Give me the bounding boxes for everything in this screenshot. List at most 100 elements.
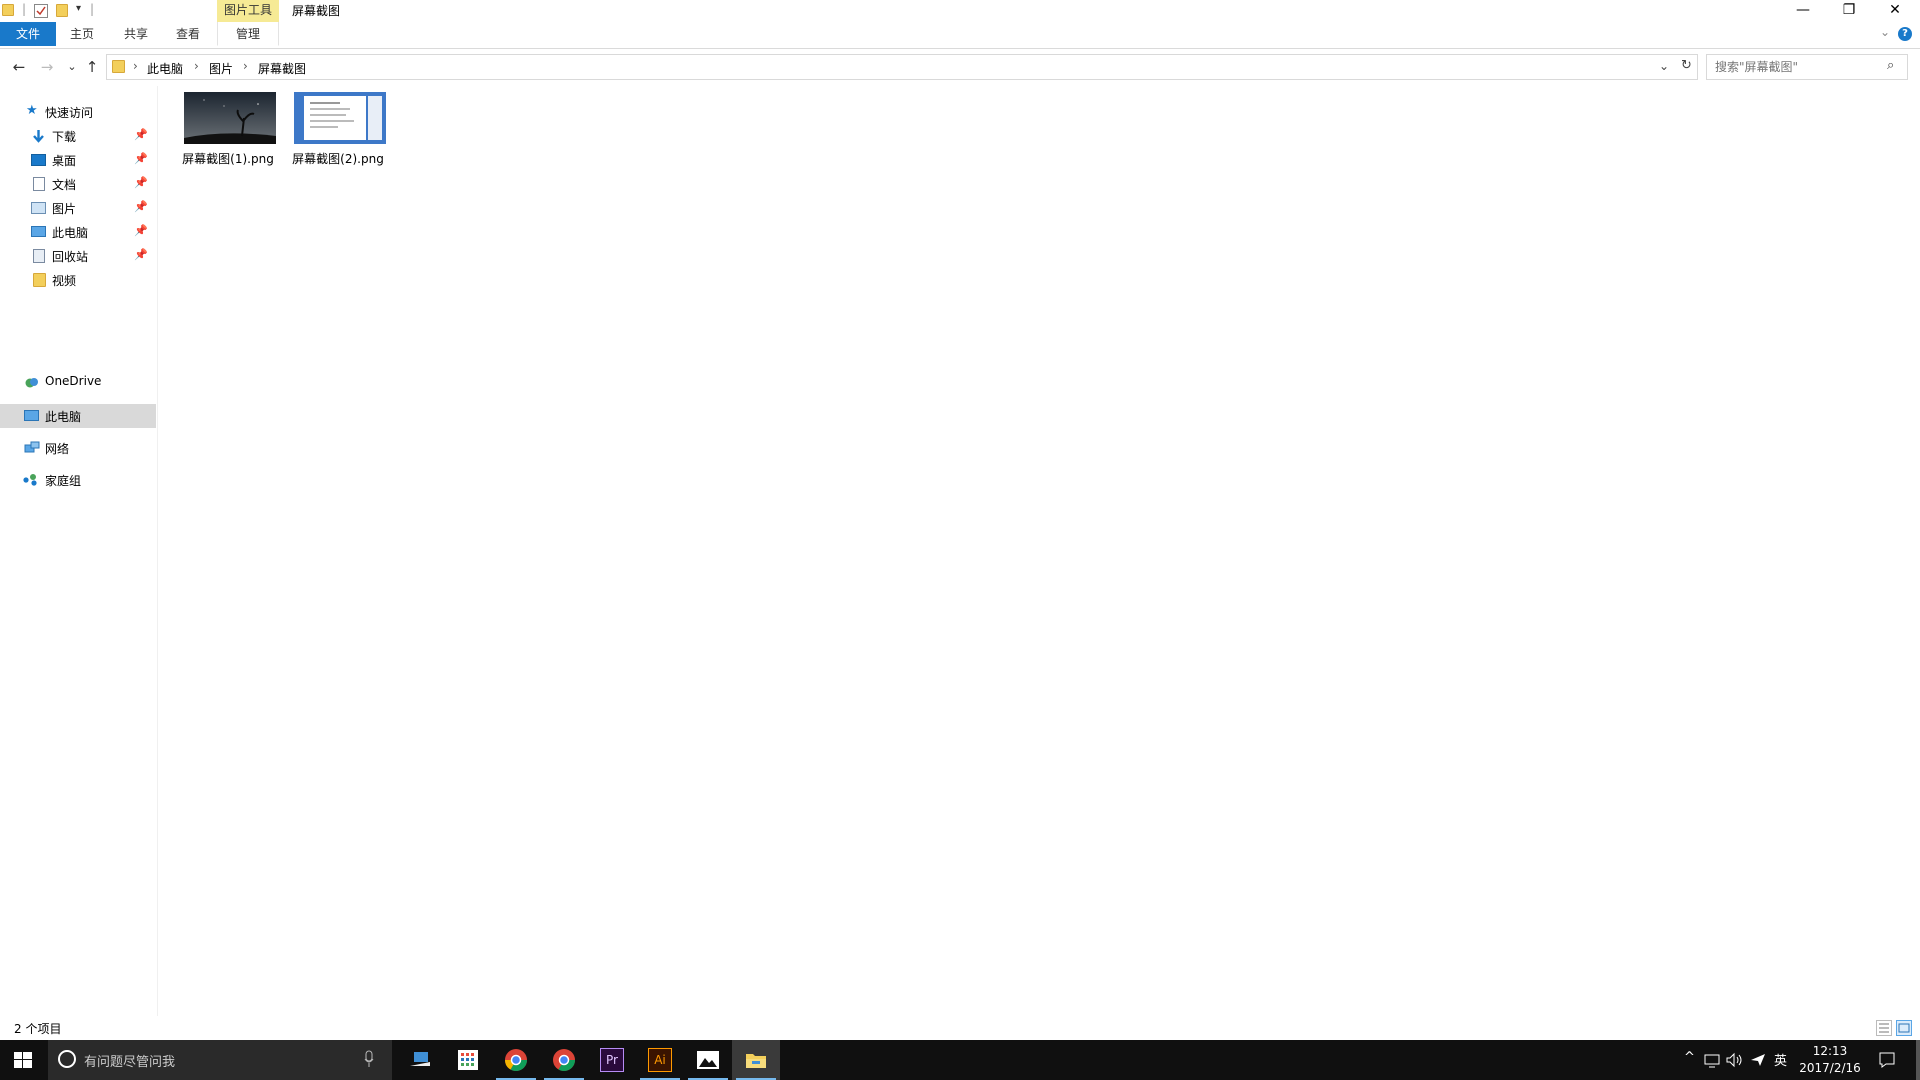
- sidebar-item-recycle-bin[interactable]: 回收站 📌: [0, 244, 156, 268]
- taskbar-app-chrome-alt[interactable]: [540, 1040, 588, 1080]
- file-explorer-alt-icon: [408, 1048, 432, 1072]
- file-item[interactable]: 屏幕截图(2).png: [284, 92, 388, 172]
- pin-icon[interactable]: 📌: [134, 128, 148, 141]
- computer-icon: [31, 226, 46, 237]
- status-bar: 2 个项目: [0, 1016, 1920, 1040]
- navigation-pane: ★ 快速访问 下载 📌 桌面 📌 文档 📌 图片 📌 此电脑 📌 回收站 📌 视…: [0, 86, 158, 1016]
- item-count: 2 个项目: [14, 1022, 62, 1036]
- search-icon[interactable]: ⌕: [1887, 58, 1894, 73]
- properties-icon[interactable]: [34, 4, 48, 18]
- documents-icon: [33, 177, 45, 191]
- clock-date: 2017/2/16: [1799, 1061, 1861, 1075]
- pin-icon[interactable]: 📌: [134, 176, 148, 189]
- sidebar-item-network[interactable]: 网络: [0, 436, 156, 460]
- breadcrumb-separator[interactable]: ›: [133, 59, 138, 73]
- restore-button[interactable]: ❐: [1826, 0, 1872, 22]
- action-center-icon[interactable]: [1878, 1051, 1896, 1073]
- sidebar-item-this-pc[interactable]: 此电脑 📌: [0, 220, 156, 244]
- sidebar-item-homegroup[interactable]: 家庭组: [0, 468, 156, 492]
- search-input[interactable]: [1715, 59, 1885, 75]
- sidebar-item-label: 此电脑: [52, 226, 89, 240]
- address-bar[interactable]: › 此电脑 › 图片 › 屏幕截图 ⌄ ↻: [106, 54, 1698, 80]
- sidebar-item-videos[interactable]: 视频: [0, 268, 156, 292]
- tab-share[interactable]: 共享: [116, 22, 156, 46]
- homegroup-icon: [22, 473, 37, 487]
- address-dropdown-icon[interactable]: ⌄: [1659, 59, 1669, 73]
- chrome-alt-icon: [552, 1048, 576, 1072]
- tab-manage[interactable]: 管理: [217, 22, 279, 46]
- tab-view[interactable]: 查看: [168, 22, 208, 46]
- pin-icon[interactable]: 📌: [134, 248, 148, 261]
- search-box[interactable]: ⌕: [1706, 54, 1908, 80]
- taskbar-app-file-explorer[interactable]: [732, 1040, 780, 1080]
- forward-button[interactable]: →: [38, 58, 56, 76]
- taskbar-app-file-explorer-alt[interactable]: [396, 1040, 444, 1080]
- ribbon-expand-icon[interactable]: ⌄: [1880, 25, 1890, 39]
- close-button[interactable]: ✕: [1872, 0, 1918, 22]
- taskbar-app-store[interactable]: [444, 1040, 492, 1080]
- taskbar-app-illustrator[interactable]: Ai: [636, 1040, 684, 1080]
- taskbar-app-premiere[interactable]: Pr: [588, 1040, 636, 1080]
- sidebar-item-label: 此电脑: [45, 410, 82, 424]
- up-button[interactable]: ↑: [83, 58, 101, 76]
- breadcrumb-separator[interactable]: ›: [243, 59, 248, 73]
- send-icon[interactable]: [1750, 1052, 1766, 1072]
- breadcrumb-this-pc[interactable]: 此电脑: [147, 60, 183, 77]
- help-icon[interactable]: ?: [1898, 27, 1912, 41]
- sidebar-item-label: 下载: [52, 130, 77, 144]
- sidebar-item-onedrive[interactable]: OneDrive: [0, 370, 156, 394]
- folder-icon: [112, 60, 125, 73]
- recycle-bin-icon: [33, 249, 45, 263]
- file-thumbnail: [184, 92, 276, 144]
- computer-icon: [24, 410, 39, 421]
- sidebar-item-label: 快速访问: [45, 106, 94, 120]
- file-thumbnail: [294, 92, 386, 144]
- taskbar-app-chrome[interactable]: [492, 1040, 540, 1080]
- input-language-indicator[interactable]: 英: [1774, 1050, 1787, 1069]
- sidebar-item-quick-access[interactable]: ★ 快速访问: [0, 100, 156, 124]
- sidebar-item-desktop[interactable]: 桌面 📌: [0, 148, 156, 172]
- taskbar-clock[interactable]: 12:13 2017/2/16: [1790, 1043, 1870, 1077]
- cortana-search-text: 有问题尽管问我: [84, 1055, 176, 1070]
- store-icon: [456, 1048, 480, 1072]
- sidebar-item-label: 网络: [45, 442, 70, 456]
- sidebar-item-label: OneDrive: [45, 374, 102, 388]
- network-icon: [24, 441, 40, 455]
- show-desktop-button[interactable]: [1916, 1040, 1920, 1080]
- minimize-button[interactable]: —: [1780, 0, 1826, 22]
- folder-icon: [2, 4, 14, 16]
- back-button[interactable]: ←: [10, 58, 28, 76]
- sidebar-item-downloads[interactable]: 下载 📌: [0, 124, 156, 148]
- cortana-search[interactable]: 有问题尽管问我: [48, 1040, 392, 1080]
- file-list[interactable]: 屏幕截图(1).png 屏幕截图(2).png: [160, 86, 1920, 1016]
- microphone-icon[interactable]: [364, 1050, 374, 1072]
- pin-icon[interactable]: 📌: [134, 200, 148, 213]
- cortana-icon: [58, 1050, 76, 1068]
- onedrive-icon: [24, 375, 39, 389]
- taskbar-app-photos[interactable]: [684, 1040, 732, 1080]
- refresh-icon[interactable]: ↻: [1681, 58, 1692, 73]
- pin-icon[interactable]: 📌: [134, 224, 148, 237]
- sidebar-item-pictures[interactable]: 图片 📌: [0, 196, 156, 220]
- breadcrumb-pictures[interactable]: 图片: [209, 60, 233, 77]
- large-icons-view-icon[interactable]: [1896, 1020, 1912, 1036]
- sidebar-item-documents[interactable]: 文档 📌: [0, 172, 156, 196]
- windows-start-icon[interactable]: [14, 1052, 32, 1072]
- breadcrumb-screenshots[interactable]: 屏幕截图: [258, 60, 306, 77]
- network-status-icon[interactable]: [1704, 1052, 1720, 1072]
- show-hidden-icons-chevron[interactable]: ^: [1684, 1050, 1695, 1065]
- ribbon-tabs: 文件 主页 共享 查看 管理 ⌄ ?: [0, 22, 1920, 49]
- volume-icon[interactable]: [1726, 1052, 1744, 1072]
- customize-quick-access-icon[interactable]: ▾: [76, 3, 81, 14]
- file-name: 屏幕截图(1).png: [182, 152, 274, 166]
- tab-home[interactable]: 主页: [62, 22, 102, 46]
- details-view-icon[interactable]: [1876, 1020, 1892, 1036]
- file-item[interactable]: 屏幕截图(1).png: [174, 92, 278, 172]
- pin-icon[interactable]: 📌: [134, 152, 148, 165]
- sidebar-item-this-pc-root[interactable]: 此电脑: [0, 404, 156, 428]
- tab-file[interactable]: 文件: [0, 22, 56, 46]
- photos-icon: [696, 1048, 720, 1072]
- recent-locations-button[interactable]: ⌄: [63, 58, 81, 76]
- new-folder-icon[interactable]: [56, 4, 68, 17]
- breadcrumb-separator[interactable]: ›: [194, 59, 199, 73]
